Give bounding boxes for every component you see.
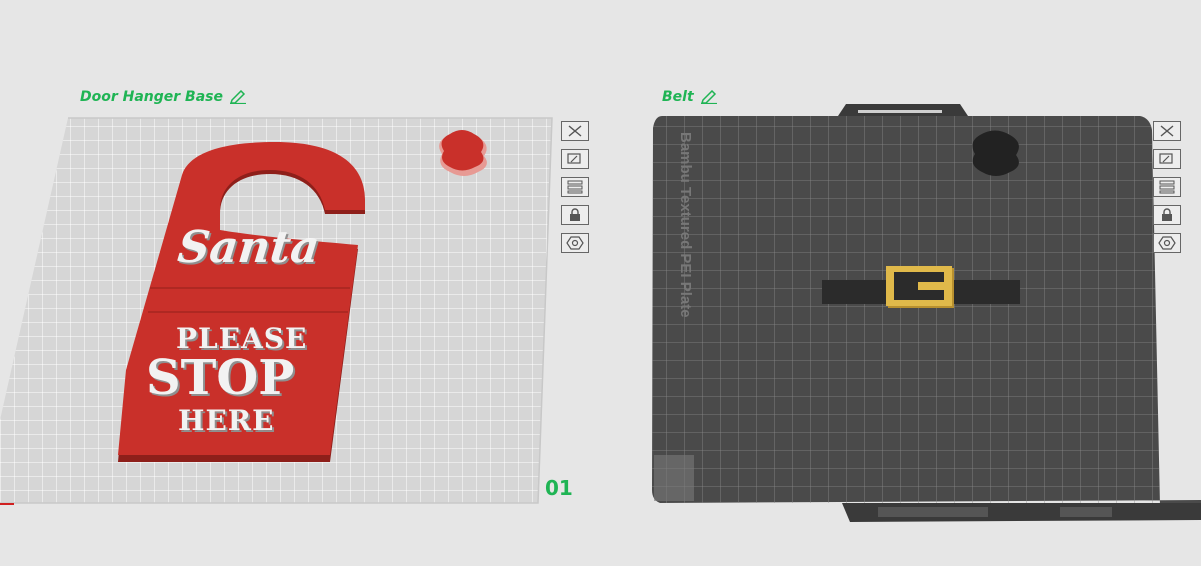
auto-orient-button[interactable] (1153, 149, 1181, 169)
model-text-stop: STOP (146, 350, 295, 406)
plate-1-number: 01 (545, 476, 573, 500)
plate-settings-button[interactable] (1153, 233, 1181, 253)
arrange-button[interactable] (561, 177, 589, 197)
lock-plate-button[interactable] (1153, 205, 1181, 225)
model-text-santa: Santa (175, 222, 322, 273)
cross-piece-dark[interactable] (972, 130, 1019, 177)
arrange-button[interactable] (1153, 177, 1181, 197)
lock-icon (570, 208, 580, 221)
plate-2-toolbar (1153, 121, 1181, 253)
plate-2-title[interactable]: Belt (662, 89, 718, 105)
close-icon (568, 125, 582, 137)
delete-plate-button[interactable] (1153, 121, 1181, 141)
plate-settings-button[interactable] (561, 233, 589, 253)
viewport-scene[interactable] (0, 0, 1201, 566)
orient-icon (567, 153, 581, 164)
arrange-icon (567, 180, 583, 194)
delete-plate-button[interactable] (561, 121, 589, 141)
plate-1-name: Door Hanger Base (80, 89, 224, 105)
arrange-icon (1159, 180, 1175, 194)
plate-2-bed (652, 104, 1201, 566)
plate-1-toolbar (561, 121, 589, 253)
settings-hex-icon (566, 236, 584, 250)
model-text-here: HERE (178, 404, 275, 437)
auto-orient-button[interactable] (561, 149, 589, 169)
edit-icon[interactable] (700, 90, 718, 104)
edit-icon[interactable] (229, 90, 247, 104)
plate-2-name: Belt (662, 89, 694, 105)
bed-label: Bambu Textured PEI Plate (677, 132, 694, 318)
close-icon (1160, 125, 1174, 137)
plate-1-title[interactable]: Door Hanger Base (80, 89, 247, 105)
settings-hex-icon (1158, 236, 1176, 250)
lock-icon (1162, 208, 1172, 221)
lock-plate-button[interactable] (561, 205, 589, 225)
orient-icon (1159, 153, 1173, 164)
